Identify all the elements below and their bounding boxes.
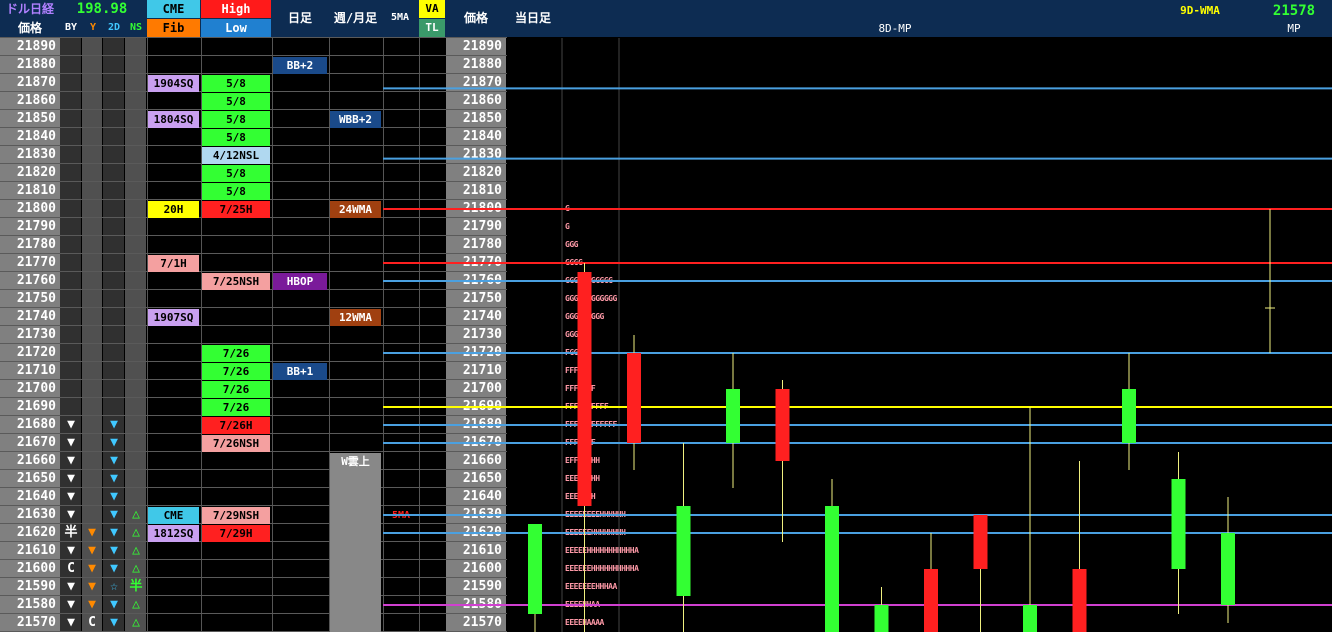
candle-body bbox=[1023, 605, 1037, 632]
candle-body bbox=[577, 272, 592, 506]
candle-body bbox=[1072, 569, 1087, 632]
cme-header: CME bbox=[147, 0, 200, 18]
candle-body bbox=[676, 506, 691, 596]
fib-header: Fib bbox=[147, 19, 200, 37]
flag-y: Y bbox=[89, 22, 97, 33]
mp-center-label: 8D-MP bbox=[878, 22, 912, 35]
price-ladder: 21890 21880 21870 21860 21850 21840 21830 21820… bbox=[0, 37, 1332, 632]
title-label: ドル日経 bbox=[5, 2, 54, 16]
candle-body bbox=[775, 389, 790, 461]
flag-2d: 2D bbox=[107, 22, 121, 33]
candle-body bbox=[825, 506, 839, 632]
candle-chart bbox=[383, 38, 1332, 632]
price-header: 価格 bbox=[17, 21, 42, 35]
candle-body bbox=[874, 605, 889, 632]
today-header: 当日足 bbox=[514, 11, 551, 25]
candle-body bbox=[973, 515, 988, 569]
candle-body bbox=[528, 524, 542, 614]
tl-header: TL bbox=[419, 19, 445, 37]
candle-body bbox=[924, 569, 938, 632]
weekly-header: 週/月足 bbox=[333, 11, 378, 25]
candle-body bbox=[1171, 479, 1186, 569]
price-header-2: 価格 bbox=[463, 11, 488, 25]
flag-ns: NS bbox=[129, 22, 143, 33]
wma-label: 9D-WMA bbox=[1180, 4, 1220, 17]
flag-by: BY bbox=[64, 22, 78, 33]
low-header: Low bbox=[201, 19, 271, 37]
header-bar: ドル日経 198.98 価格 BY Y 2D NS CME Fib High L… bbox=[0, 0, 1332, 37]
ma5-header: 5MA bbox=[390, 12, 410, 23]
candle-body bbox=[627, 353, 641, 443]
candle-body bbox=[1221, 533, 1235, 605]
current-price: 21578 bbox=[1272, 3, 1316, 19]
va-header: VA bbox=[419, 0, 445, 18]
candle-body bbox=[1122, 389, 1136, 443]
usdjpy-value: 198.98 bbox=[76, 1, 128, 17]
mp-label: MP bbox=[1287, 22, 1301, 35]
candle-body bbox=[726, 389, 740, 443]
high-header: High bbox=[201, 0, 271, 18]
daily-header: 日足 bbox=[287, 11, 312, 25]
